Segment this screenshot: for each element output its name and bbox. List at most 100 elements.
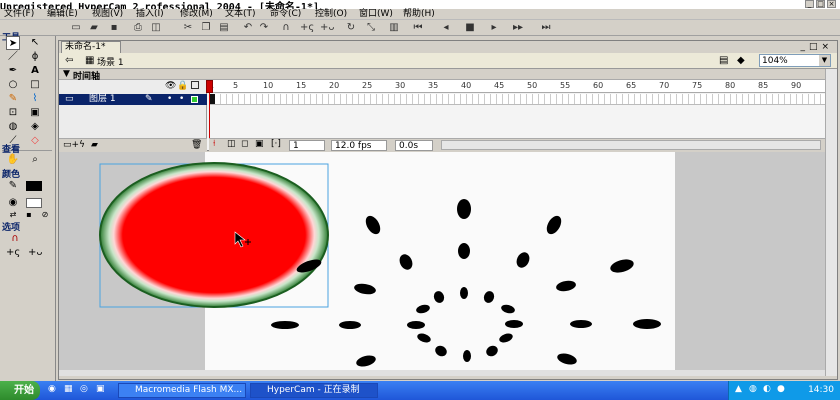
stroke-color-swatch[interactable] — [26, 181, 42, 191]
layer-outline-color[interactable] — [191, 96, 198, 103]
seed[interactable] — [458, 243, 470, 259]
seed[interactable] — [271, 321, 299, 329]
lasso-tool-icon[interactable]: ϕ — [28, 50, 42, 64]
zoom-select[interactable]: 104% ▼ — [759, 54, 831, 67]
menu-modify[interactable]: 修改(M) — [178, 9, 215, 20]
menu-help[interactable]: 帮助(H) — [401, 9, 437, 20]
snap-to-objects-icon[interactable]: ∩ — [8, 232, 22, 246]
stage-workarea[interactable] — [59, 152, 825, 376]
edit-multiple-frames-icon[interactable]: ▣ — [255, 139, 264, 149]
layer-row[interactable]: ▭ 图层 1 ✎ • • — [59, 94, 207, 105]
center-frame-icon[interactable]: ⍿ — [213, 139, 215, 149]
print-icon[interactable]: ⎙ — [132, 22, 144, 34]
fill-transform-tool-icon[interactable]: ▣ — [28, 106, 42, 120]
align-icon[interactable]: ▥ — [388, 22, 400, 34]
pen-tool-icon[interactable]: ✒ — [6, 64, 20, 78]
stop-icon[interactable]: ■ — [464, 22, 476, 34]
seed[interactable] — [416, 332, 432, 344]
task-hypercam[interactable]: HyperCam - 正在录制 — [250, 383, 378, 398]
seed[interactable] — [397, 252, 415, 272]
layer-visible-dot[interactable]: • — [167, 94, 172, 105]
seed[interactable] — [339, 321, 361, 329]
seed[interactable] — [505, 320, 523, 328]
quicklaunch-media-icon[interactable]: ◎ — [80, 384, 88, 394]
frame-rate[interactable]: 12.0 fps — [331, 140, 387, 151]
seed[interactable] — [555, 279, 576, 292]
brush-tool-icon[interactable]: ⌇ — [28, 92, 42, 106]
free-transform-tool-icon[interactable]: ⊡ — [6, 106, 20, 120]
chevron-down-icon[interactable]: ▼ — [819, 55, 830, 66]
minimize-button[interactable]: _ — [805, 0, 814, 8]
text-tool-icon[interactable]: A — [28, 64, 42, 78]
seed[interactable] — [433, 344, 448, 359]
quicklaunch-desktop-icon[interactable]: ▦ — [64, 384, 73, 394]
seed[interactable] — [544, 213, 564, 236]
seed[interactable] — [432, 290, 446, 305]
smooth-option-icon[interactable]: +ς — [6, 246, 20, 260]
outline-all-icon[interactable] — [191, 81, 199, 89]
layer-frames[interactable] — [209, 94, 825, 105]
seed[interactable] — [407, 321, 425, 329]
seed[interactable] — [355, 354, 377, 369]
print-preview-icon[interactable]: ◫ — [150, 22, 162, 34]
document-tab[interactable]: 未命名-1* — [61, 41, 121, 53]
straighten-option-icon[interactable]: +ᴗ — [28, 246, 43, 260]
play-icon[interactable]: ▸ — [488, 22, 500, 34]
rectangle-tool-icon[interactable]: □ — [28, 78, 42, 92]
arrow-tool-icon[interactable]: ➤ — [6, 36, 20, 50]
rotate-icon[interactable]: ↻ — [345, 22, 357, 34]
rewind-icon[interactable]: ⏮ — [412, 22, 424, 34]
smooth-icon[interactable]: +ς — [300, 22, 314, 34]
menu-control[interactable]: 控制(O) — [313, 9, 349, 20]
menu-insert[interactable]: 插入(I) — [134, 9, 166, 20]
stage-vscroll[interactable] — [825, 69, 837, 376]
show-hide-all-icon[interactable]: 👁 — [165, 81, 176, 91]
tray-app-icon[interactable]: ◍ — [749, 384, 757, 394]
document-window-controls[interactable]: _□× — [800, 42, 833, 52]
open-folder-icon[interactable]: ▰ — [88, 22, 100, 34]
onion-markers-icon[interactable]: [·] — [271, 139, 281, 149]
copy-icon[interactable]: ❐ — [200, 22, 212, 34]
seed-group[interactable] — [271, 199, 661, 368]
onion-outline-icon[interactable]: ◻ — [241, 139, 248, 149]
maximize-button[interactable]: □ — [816, 0, 825, 8]
quicklaunch-app-icon[interactable]: ▣ — [96, 384, 105, 394]
seed[interactable] — [498, 332, 514, 344]
layer-name[interactable]: 图层 1 — [89, 94, 116, 105]
start-button[interactable]: 开始 — [0, 381, 40, 400]
save-icon[interactable]: ▪ — [108, 22, 120, 34]
pencil-tool-icon[interactable]: ✎ — [6, 92, 20, 106]
seed[interactable] — [570, 320, 592, 328]
seed[interactable] — [556, 352, 578, 367]
subselect-tool-icon[interactable]: ↖ — [28, 36, 42, 50]
quicklaunch-ie-icon[interactable]: ◉ — [48, 384, 56, 394]
tray-volume-icon[interactable]: ◐ — [763, 384, 771, 394]
add-folder-icon[interactable]: ▰ — [91, 140, 98, 150]
menu-file[interactable]: 文件(F) — [2, 9, 36, 20]
tray-network-icon[interactable]: ▲ — [735, 384, 742, 394]
oval-tool-icon[interactable]: ○ — [6, 78, 20, 92]
hand-tool-icon[interactable]: ✋ — [6, 153, 20, 167]
menu-view[interactable]: 视图(V) — [90, 9, 125, 20]
delete-layer-icon[interactable]: 🗑 — [191, 140, 202, 150]
new-file-icon[interactable]: ▭ — [70, 22, 82, 34]
zoom-tool-icon[interactable]: ⌕ — [28, 153, 42, 167]
stroke-color-icon[interactable]: ✎ — [6, 179, 20, 193]
seed[interactable] — [353, 282, 376, 296]
ink-bottle-tool-icon[interactable]: ◍ — [6, 120, 20, 134]
add-layer-icon[interactable]: ▭+ — [63, 140, 79, 150]
onion-skin-icon[interactable]: ◫ — [227, 139, 236, 149]
seed[interactable] — [633, 319, 661, 329]
menu-commands[interactable]: 命令(C) — [268, 9, 303, 20]
tray-record-icon[interactable]: ● — [777, 384, 785, 394]
seed[interactable] — [463, 350, 471, 362]
layer-lock-dot[interactable]: • — [179, 94, 184, 105]
fast-forward-icon[interactable]: ⏭ — [540, 22, 552, 34]
edit-scene-icon[interactable]: ▤ — [719, 55, 728, 66]
straighten-icon[interactable]: +ᴗ — [320, 22, 335, 34]
task-flash[interactable]: Macromedia Flash MX... — [118, 383, 246, 398]
timeline-hscroll[interactable] — [441, 140, 821, 150]
seed[interactable] — [363, 213, 383, 236]
seed[interactable] — [514, 250, 532, 270]
edit-symbol-icon[interactable]: ◆ — [737, 55, 745, 66]
